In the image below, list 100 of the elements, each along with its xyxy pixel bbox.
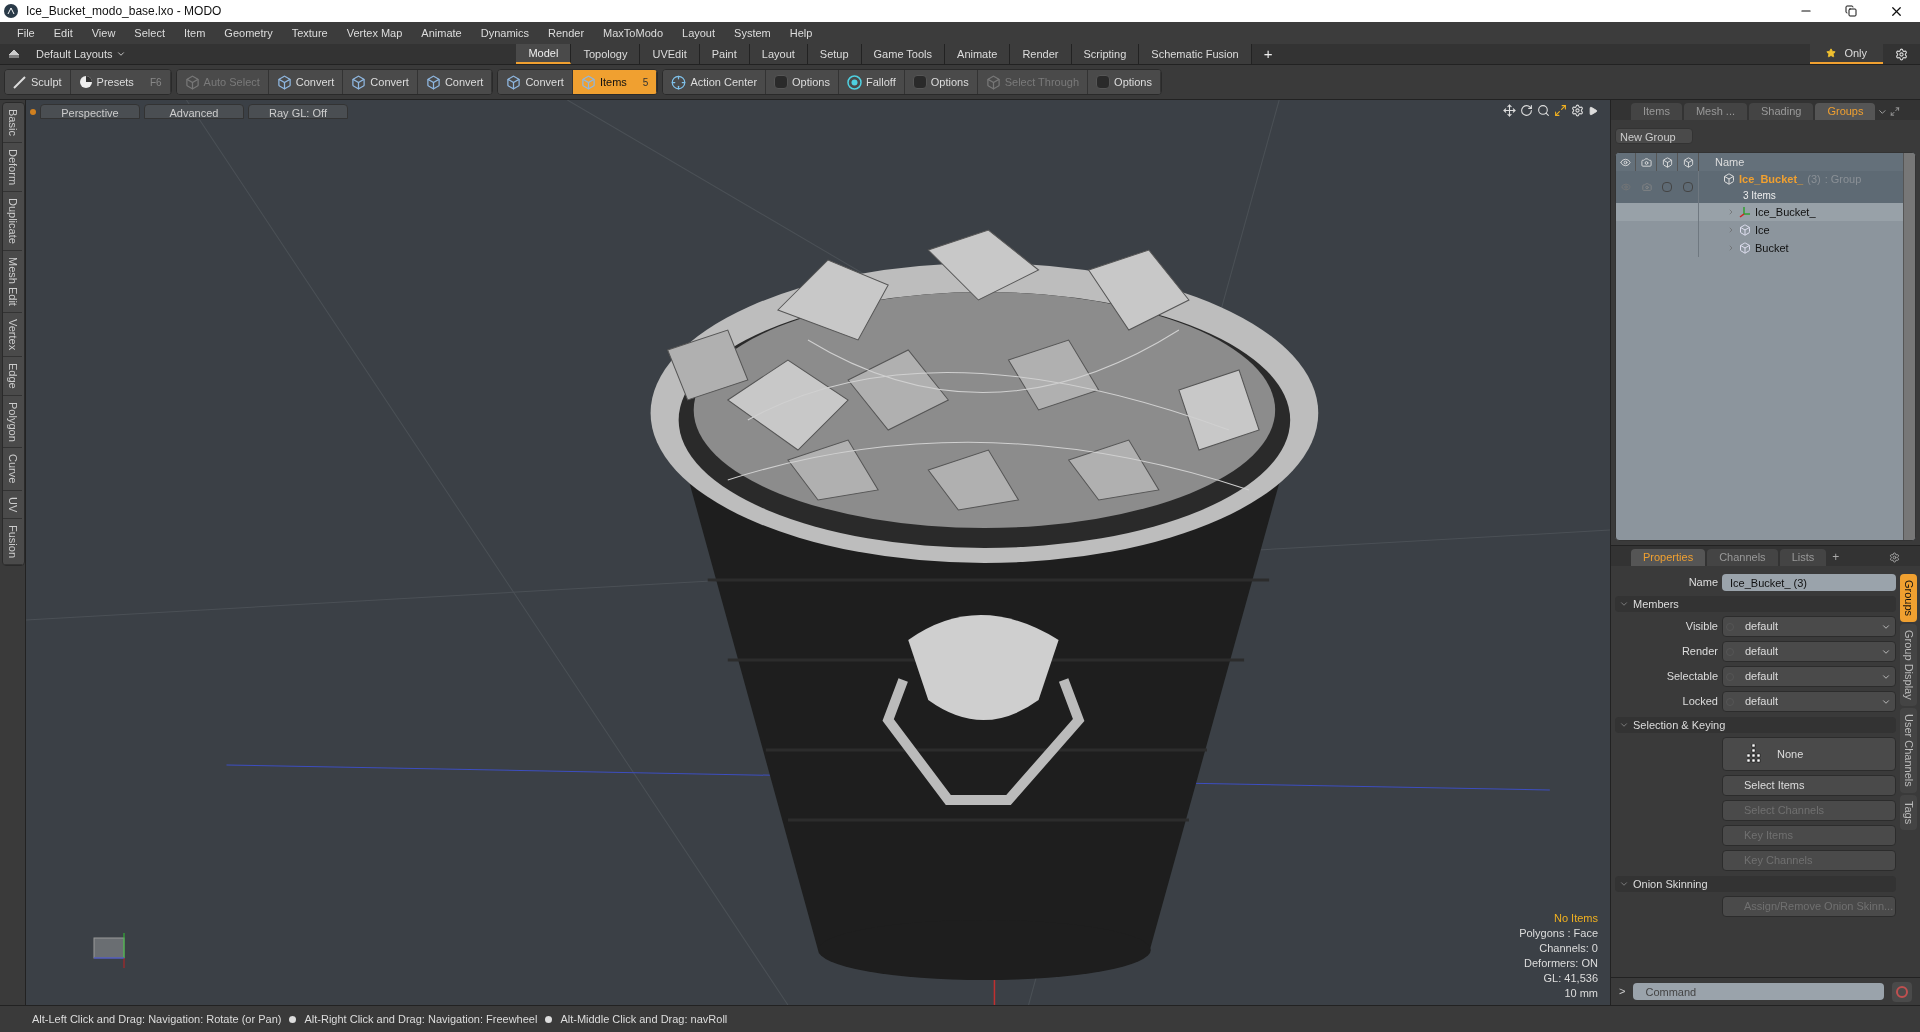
side-tab[interactable]: Duplicate	[3, 191, 22, 251]
toolbar-button[interactable]: Action Center	[663, 70, 767, 94]
move-icon[interactable]	[1503, 104, 1516, 117]
menu-item[interactable]: File	[8, 24, 44, 42]
dropdown[interactable]: default	[1722, 666, 1896, 687]
layout-tab[interactable]: Model	[516, 44, 572, 64]
side-tab[interactable]: Deform	[3, 142, 22, 192]
layout-arrow-icon[interactable]	[8, 49, 20, 59]
panel-tab[interactable]: Lists	[1779, 549, 1827, 566]
layout-tab[interactable]: Render	[1010, 44, 1072, 64]
section-header[interactable]: Onion Skinning	[1615, 876, 1896, 892]
layout-tab[interactable]: Layout	[749, 44, 808, 64]
menu-item[interactable]: Geometry	[215, 24, 282, 42]
menu-item[interactable]: Layout	[673, 24, 725, 42]
side-tab[interactable]: Groups	[1900, 574, 1917, 623]
panel-tab[interactable]: Properties	[1631, 549, 1706, 566]
eye-icon[interactable]	[1620, 156, 1631, 168]
checkbox-icon[interactable]	[1662, 182, 1673, 192]
status-hint: Alt-Right Click and Drag: Navigation: Freewheel	[304, 1011, 538, 1027]
add-tab-button[interactable]: +	[1828, 548, 1844, 566]
menu-item[interactable]: Edit	[44, 24, 82, 42]
viewport-menu-button[interactable]: Ray GL: Off	[248, 104, 348, 119]
side-tab[interactable]: Basic	[3, 103, 22, 143]
rotate-icon[interactable]	[1520, 104, 1533, 117]
record-button[interactable]	[1892, 981, 1912, 1002]
tree-item[interactable]: Bucket	[1616, 239, 1903, 257]
menu-item[interactable]: Vertex Map	[337, 24, 412, 42]
new-group-button[interactable]: New Group	[1615, 128, 1693, 144]
tree-branch-icon	[1727, 208, 1735, 216]
panel-tab[interactable]: Items	[1631, 103, 1682, 120]
layout-tab[interactable]: Game Tools	[861, 44, 946, 64]
side-tab[interactable]: UV	[3, 490, 22, 520]
side-tab[interactable]: Edge	[3, 356, 22, 396]
layout-tab[interactable]: UVEdit	[640, 44, 700, 64]
panel-tab[interactable]: Groups	[1815, 103, 1876, 120]
add-tab-button[interactable]: +	[1251, 44, 1285, 64]
menu-item[interactable]: Render	[539, 24, 594, 42]
cube-icon[interactable]	[1682, 156, 1694, 168]
play-icon[interactable]	[1588, 105, 1598, 116]
side-tab[interactable]: Group Display	[1900, 624, 1917, 706]
section-header[interactable]: Members	[1615, 596, 1896, 612]
dropdown[interactable]: default	[1722, 641, 1896, 662]
menu-item[interactable]: Help	[780, 24, 822, 42]
panel-tab[interactable]: Channels	[1707, 549, 1778, 566]
side-tab[interactable]: Mesh Edit	[3, 250, 22, 313]
selector-button[interactable]: None	[1722, 737, 1896, 771]
panel-tab[interactable]: Mesh ...	[1683, 103, 1748, 120]
search-icon[interactable]	[1537, 104, 1550, 117]
layout-tab[interactable]: Paint	[699, 44, 750, 64]
dropdown[interactable]: default	[1722, 616, 1896, 637]
checkbox-icon	[774, 75, 789, 89]
layout-tab[interactable]: Topology	[571, 44, 641, 64]
layout-tab[interactable]: Setup	[807, 44, 862, 64]
panel-tab[interactable]: Shading	[1749, 103, 1814, 120]
menu-item[interactable]: Animate	[412, 24, 471, 42]
cube-icon	[351, 74, 367, 90]
menu-item[interactable]: Item	[174, 24, 215, 42]
section-header[interactable]: Selection & Keying	[1615, 717, 1896, 733]
viewport-menu-button[interactable]: Perspective	[40, 104, 140, 119]
command-field[interactable]: Command	[1633, 983, 1884, 1000]
cube-icon	[184, 74, 200, 90]
maximize-icon[interactable]	[1554, 104, 1567, 117]
tree-branch-icon	[1727, 244, 1735, 252]
cube-icon	[580, 74, 596, 90]
toolbar-button[interactable]: Items 5	[572, 70, 658, 94]
side-tab[interactable]: Curve	[3, 448, 22, 491]
menu-item[interactable]: Dynamics	[471, 24, 538, 42]
layout-tab[interactable]: Schematic Fusion	[1139, 44, 1252, 64]
layout-tab[interactable]: Scripting	[1071, 44, 1140, 64]
side-tab[interactable]: Polygon	[3, 395, 22, 449]
tree-item[interactable]: Ice_Bucket_	[1616, 203, 1903, 221]
only-button[interactable]: Only	[1810, 44, 1883, 64]
checkbox-icon[interactable]	[1682, 182, 1693, 192]
cube-icon[interactable]	[1661, 156, 1673, 168]
scrollbar[interactable]	[1903, 153, 1915, 540]
action-button[interactable]: Select Items	[1722, 775, 1896, 796]
menu-item[interactable]: Select	[125, 24, 174, 42]
viewport-info-text: Polygons : Face	[1519, 926, 1598, 941]
window-title: Ice_Bucket_modo_base.lxo - MODO	[26, 3, 222, 20]
side-tab[interactable]: Vertex	[3, 312, 22, 357]
toolbar-button[interactable]: Convert	[498, 70, 573, 94]
layout-tab[interactable]: Animate	[945, 44, 1011, 64]
menu-item[interactable]: System	[725, 24, 780, 42]
layout-preset-dropdown[interactable]: Default Layouts	[36, 45, 127, 63]
toolbar-button[interactable]: Sculpt	[5, 70, 71, 94]
menu-item[interactable]: View	[82, 24, 125, 42]
side-tab[interactable]: User Channels	[1900, 707, 1917, 793]
dropdown[interactable]: default	[1722, 691, 1896, 712]
restore-icon[interactable]	[1845, 5, 1857, 17]
settings-icon[interactable]	[1889, 552, 1900, 563]
menu-item[interactable]: Texture	[282, 24, 337, 42]
maximize-icon[interactable]	[1890, 106, 1900, 117]
expand-icon	[1619, 599, 1629, 609]
side-tab[interactable]: Tags	[1900, 794, 1917, 830]
command-prompt: >	[1619, 984, 1626, 1000]
name-field[interactable]: Ice_Bucket_ (3)	[1722, 574, 1896, 591]
viewport-menu-button[interactable]: Advanced	[144, 104, 244, 119]
side-tab[interactable]: Fusion	[3, 519, 22, 566]
menu-item[interactable]: MaxToModo	[594, 24, 672, 42]
tree-item[interactable]: Ice	[1616, 221, 1903, 239]
